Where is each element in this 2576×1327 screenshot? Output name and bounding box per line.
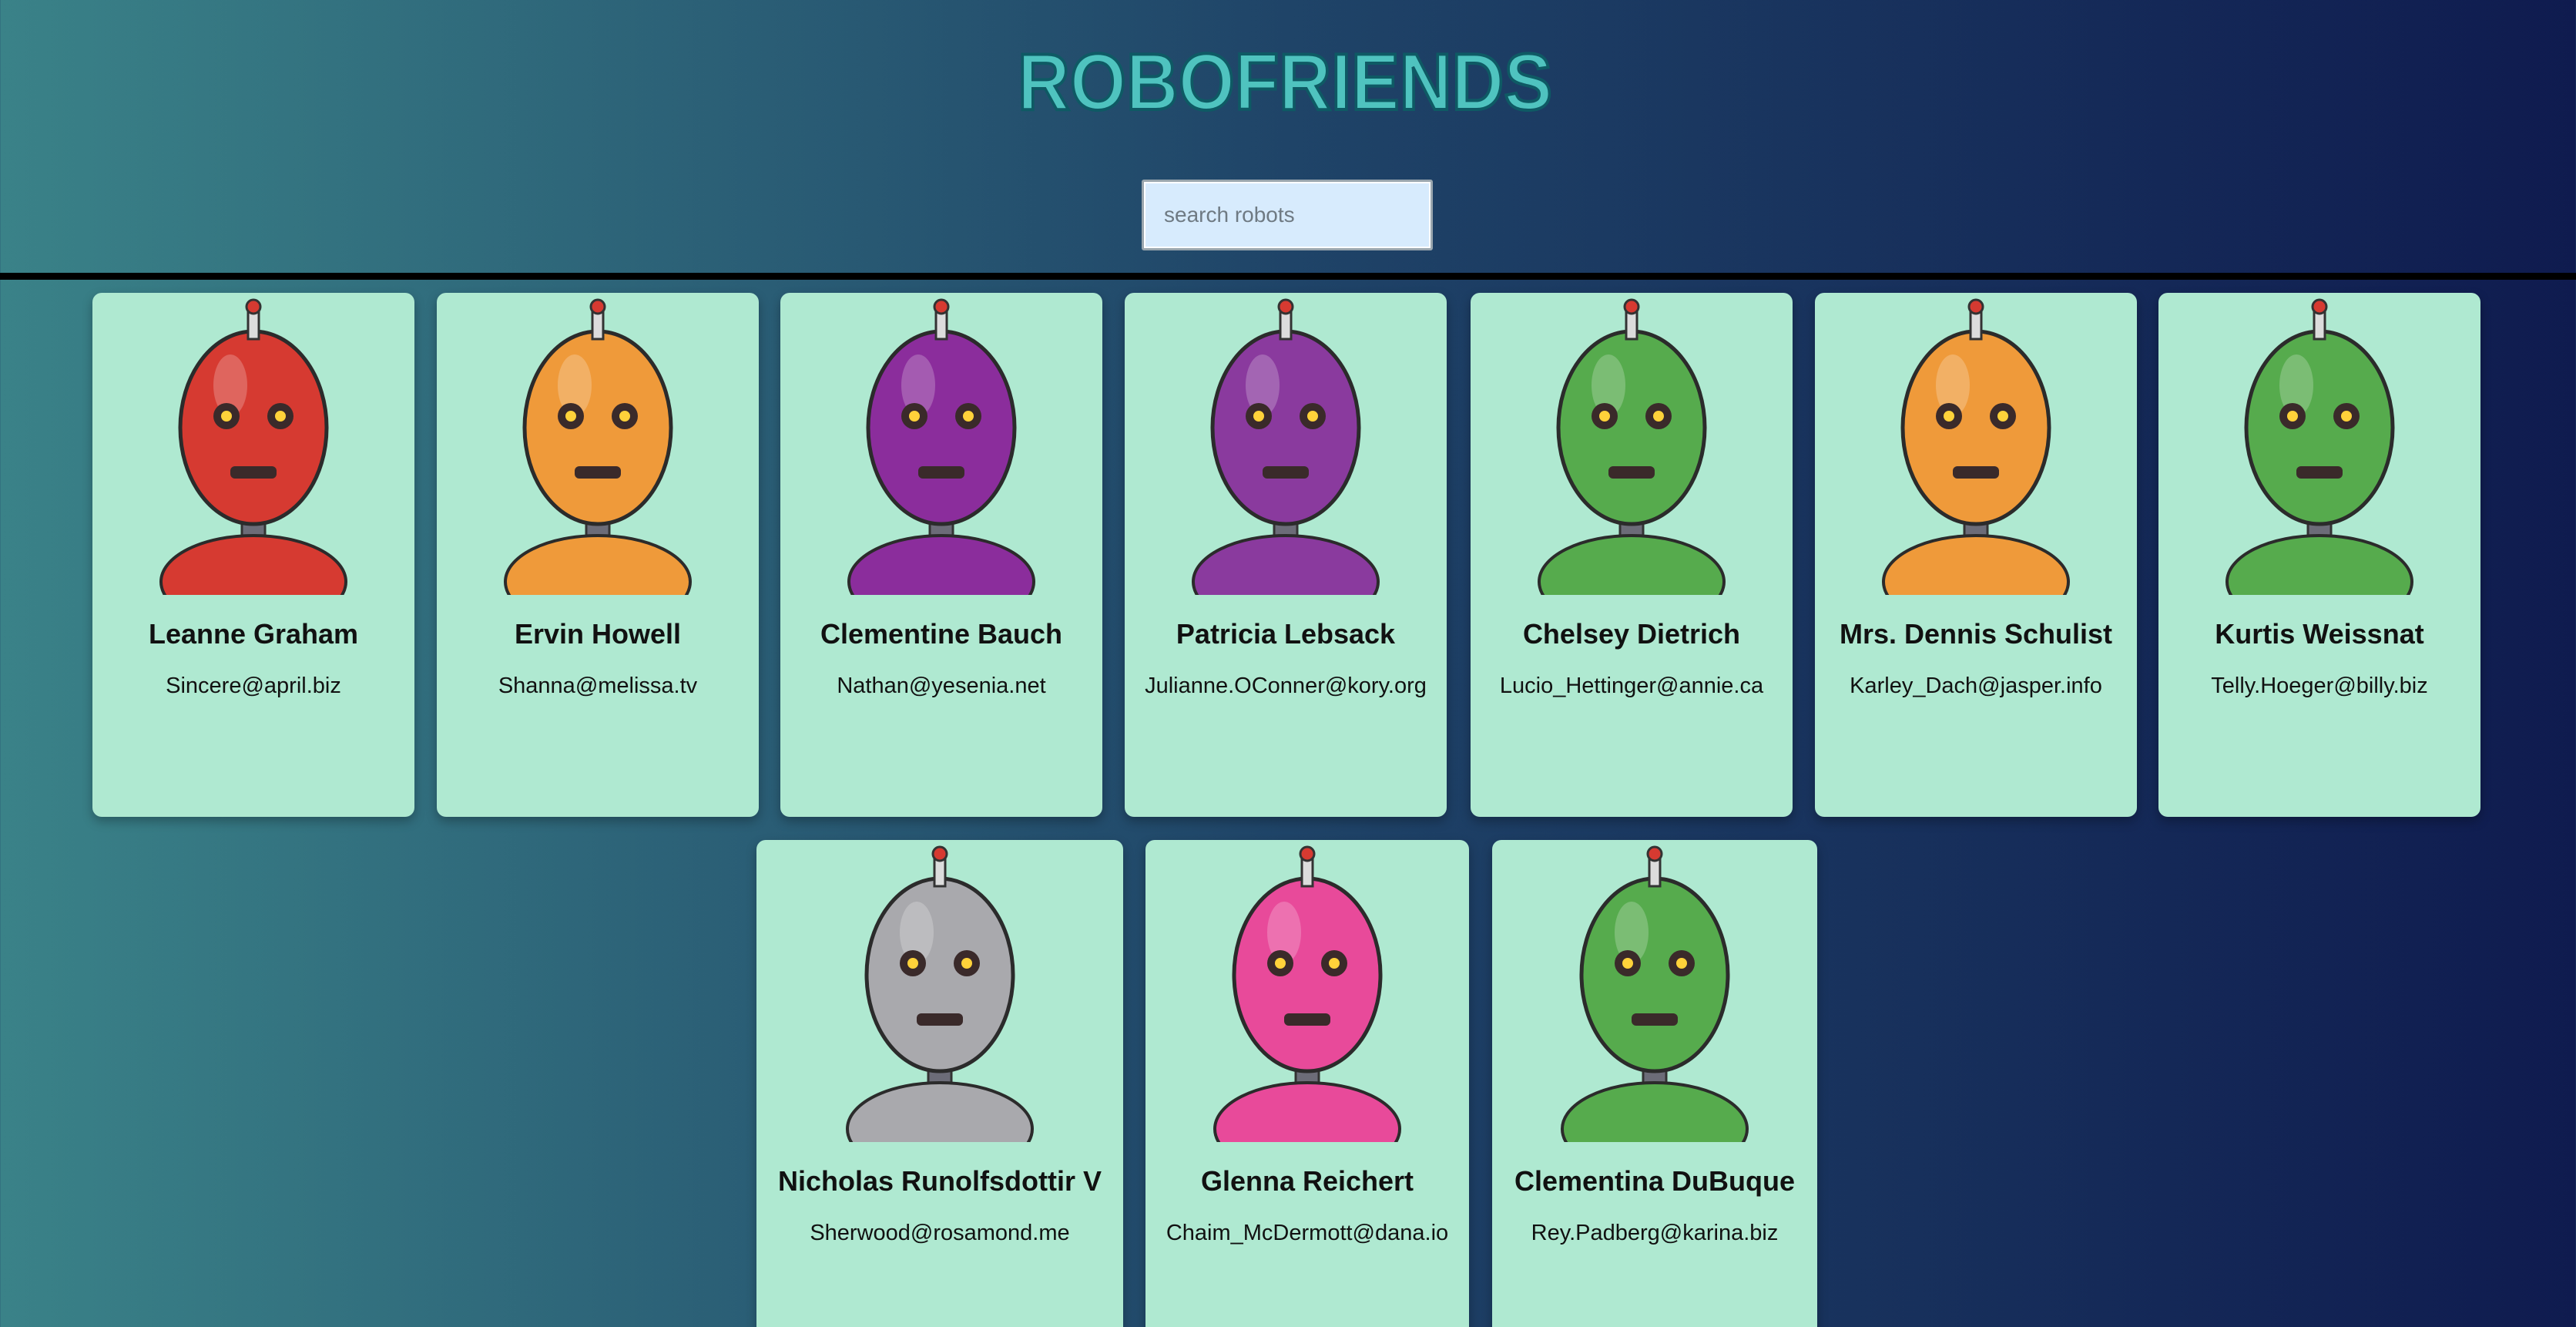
robot-illustration	[847, 298, 1035, 595]
robot-email: Sherwood@rosamond.me	[810, 1221, 1070, 1245]
robot-name: Ervin Howell	[514, 618, 682, 650]
robot-illustration	[159, 298, 347, 595]
robot-avatar	[92, 293, 414, 595]
robot-name: Mrs. Dennis Schulist	[1839, 618, 2113, 650]
robot-email: Julianne.OConner@kory.org	[1145, 674, 1427, 698]
robot-card[interactable]: Mrs. Dennis Schulist Karley_Dach@jasper.…	[1815, 293, 2137, 817]
robot-illustration	[846, 845, 1034, 1142]
robot-avatar	[2158, 293, 2480, 595]
robot-name: Patricia Lebsack	[1176, 618, 1396, 650]
robot-card[interactable]: Ervin Howell Shanna@melissa.tv	[437, 293, 759, 817]
robot-illustration	[1882, 298, 2070, 595]
robot-illustration	[1192, 298, 1380, 595]
robot-email: Nathan@yesenia.net	[837, 674, 1046, 698]
robot-illustration	[1213, 845, 1401, 1142]
robot-illustration	[504, 298, 692, 595]
robot-email: Lucio_Hettinger@annie.ca	[1499, 674, 1764, 698]
robot-avatar	[1125, 293, 1447, 595]
robot-email: Chaim_McDermott@dana.io	[1166, 1221, 1449, 1245]
robot-card[interactable]: Patricia Lebsack Julianne.OConner@kory.o…	[1125, 293, 1447, 817]
robot-name: Nicholas Runolfsdottir V	[777, 1165, 1102, 1197]
robot-card[interactable]: Leanne Graham Sincere@april.biz	[92, 293, 414, 817]
robot-email: Karley_Dach@jasper.info	[1850, 674, 2102, 698]
robot-avatar	[780, 293, 1102, 595]
app-title: ROBOFRIENDS	[1016, 39, 1554, 123]
robot-card[interactable]: Kurtis Weissnat Telly.Hoeger@billy.biz	[2158, 293, 2480, 817]
robot-email: Shanna@melissa.tv	[498, 674, 698, 698]
robot-avatar	[756, 840, 1123, 1142]
robot-illustration	[1538, 298, 1726, 595]
robot-name: Glenna Reichert	[1200, 1165, 1414, 1197]
robot-card[interactable]: Clementina DuBuque Rey.Padberg@karina.bi…	[1492, 840, 1817, 1327]
robot-card[interactable]: Clementine Bauch Nathan@yesenia.net	[780, 293, 1102, 817]
robot-email: Rey.Padberg@karina.biz	[1531, 1221, 1779, 1245]
robot-name: Clementina DuBuque	[1514, 1165, 1796, 1197]
robot-avatar	[1145, 840, 1469, 1142]
robot-illustration	[2225, 298, 2413, 595]
robot-name: Leanne Graham	[148, 618, 359, 650]
robot-name: Kurtis Weissnat	[2215, 618, 2424, 650]
robot-avatar	[1492, 840, 1817, 1142]
search-input[interactable]	[1142, 180, 1433, 250]
robot-avatar	[1471, 293, 1793, 595]
header-divider	[0, 273, 2576, 280]
robot-email: Sincere@april.biz	[166, 674, 341, 698]
robot-avatar	[1815, 293, 2137, 595]
robot-email: Telly.Hoeger@billy.biz	[2211, 674, 2428, 698]
robot-avatar	[437, 293, 759, 595]
robot-card[interactable]: Glenna Reichert Chaim_McDermott@dana.io	[1145, 840, 1469, 1327]
robot-name: Chelsey Dietrich	[1522, 618, 1741, 650]
robot-illustration	[1561, 845, 1749, 1142]
robot-card[interactable]: Chelsey Dietrich Lucio_Hettinger@annie.c…	[1471, 293, 1793, 817]
header: ROBOFRIENDS	[0, 0, 2576, 274]
app-title-text: ROBOFRIENDS	[1018, 39, 1552, 123]
robot-card[interactable]: Nicholas Runolfsdottir V Sherwood@rosamo…	[756, 840, 1123, 1327]
robot-name: Clementine Bauch	[820, 618, 1063, 650]
